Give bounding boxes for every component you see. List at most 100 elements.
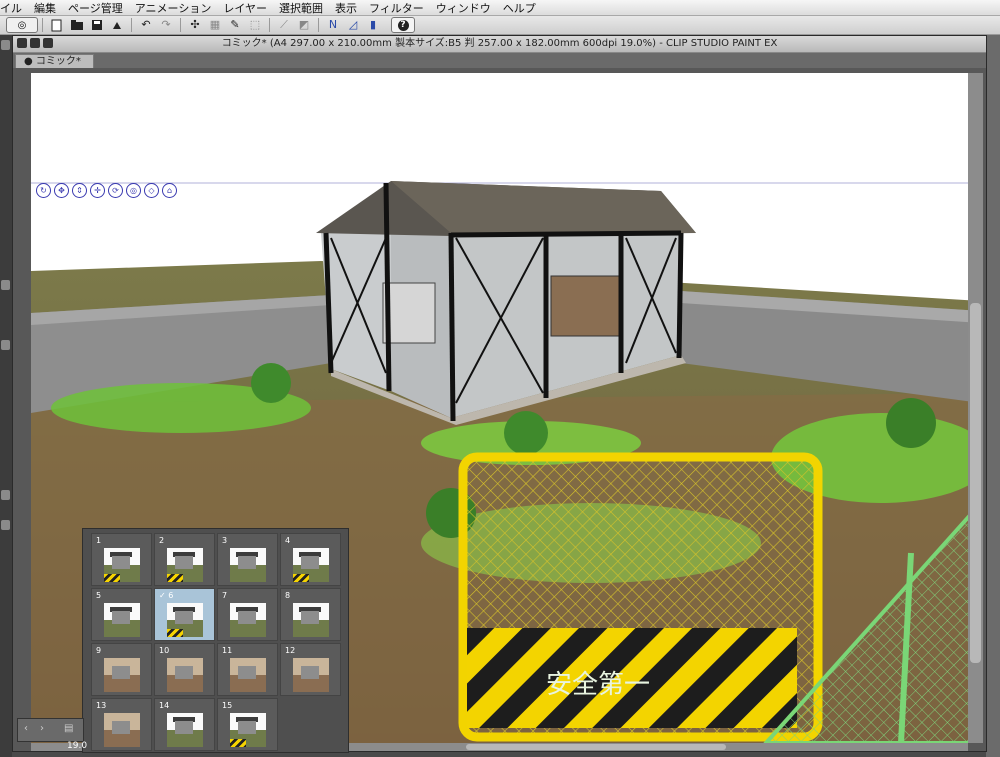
toolbar-separator <box>131 18 132 32</box>
page-thumbnail[interactable]: 14 <box>154 698 215 751</box>
page-preview <box>293 603 329 637</box>
right-dock-area <box>986 35 1000 757</box>
page-number: 2 <box>159 536 165 545</box>
empty-slot <box>280 698 341 751</box>
palette-handle[interactable] <box>1 490 10 500</box>
page-number: 12 <box>285 646 296 655</box>
ruler-icon[interactable]: ⟋ <box>276 18 292 32</box>
menu-edit[interactable]: 編集 <box>34 0 56 16</box>
page-thumbnail[interactable]: 2 <box>154 533 215 586</box>
page-thumbnail[interactable]: 4 <box>280 533 341 586</box>
maximize-window-button[interactable] <box>43 38 53 48</box>
scrollbar-thumb[interactable] <box>466 744 726 750</box>
page-thumbnail[interactable]: 11 <box>217 643 278 696</box>
toolbar-separator <box>269 18 270 32</box>
page-number: 15 <box>222 701 233 710</box>
close-window-button[interactable] <box>17 38 27 48</box>
next-page-icon[interactable]: › <box>40 723 44 734</box>
minimize-window-button[interactable] <box>30 38 40 48</box>
page-number: 1 <box>96 536 102 545</box>
camera-pan-icon[interactable]: ✥ <box>54 183 69 198</box>
floor-rotate-icon[interactable]: ⌂ <box>162 183 177 198</box>
left-palette-strip <box>0 35 12 757</box>
camera-rotate-icon[interactable]: ↻ <box>36 183 51 198</box>
object-rotate-icon[interactable]: ⟳ <box>108 183 123 198</box>
page-thumbnail[interactable]: 9 <box>91 643 152 696</box>
page-thumbnail[interactable]: 15 <box>217 698 278 751</box>
page-preview <box>230 548 266 582</box>
redo-icon[interactable]: ↷ <box>158 18 174 32</box>
palette-handle[interactable] <box>1 280 10 290</box>
toolbar-separator <box>42 18 43 32</box>
floor-move-icon[interactable]: ◇ <box>144 183 159 198</box>
export-icon[interactable] <box>109 18 125 32</box>
page-thumbnail[interactable]: 5 <box>91 588 152 641</box>
scrollbar-thumb[interactable] <box>970 303 981 663</box>
page-thumbnail[interactable]: 8 <box>280 588 341 641</box>
page-thumbnail[interactable]: 12 <box>280 643 341 696</box>
page-preview <box>104 713 140 747</box>
menu-selection[interactable]: 選択範囲 <box>279 0 323 16</box>
snap-grid-icon[interactable]: ▮ <box>365 18 381 32</box>
undo-icon[interactable]: ↶ <box>138 18 154 32</box>
window-title-bar: コミック* (A4 297.00 x 210.00mm 製本サイズ:B5 判 2… <box>13 36 986 53</box>
menu-filter[interactable]: フィルター <box>369 0 424 16</box>
clip-studio-logo-button[interactable]: ◎ <box>6 17 38 33</box>
page-thumbnail[interactable]: 1 <box>91 533 152 586</box>
page-preview <box>230 603 266 637</box>
safety-sign-text: 安全第一 <box>546 670 650 700</box>
tab-comic[interactable]: ● コミック* <box>15 54 94 68</box>
snap-ruler-icon[interactable]: N <box>325 18 341 32</box>
snap-special-ruler-icon[interactable]: ◿ <box>345 18 361 32</box>
page-number: 7 <box>222 591 228 600</box>
perspective-icon[interactable]: ◩ <box>296 18 312 32</box>
grid-icon[interactable]: ▦ <box>207 18 223 32</box>
page-number: 8 <box>285 591 291 600</box>
page-preview <box>167 658 203 692</box>
page-thumbnail-selected[interactable]: ✓ 6 <box>154 588 215 641</box>
object-pivot-icon[interactable]: ◎ <box>126 183 141 198</box>
menu-view[interactable]: 表示 <box>335 0 357 16</box>
object-move-icon[interactable]: ✛ <box>90 183 105 198</box>
menu-animation[interactable]: アニメーション <box>135 0 212 16</box>
page-number: 3 <box>222 536 228 545</box>
page-number: 9 <box>96 646 102 655</box>
page-number: 4 <box>285 536 291 545</box>
camera-dolly-icon[interactable]: ⇕ <box>72 183 87 198</box>
previous-page-icon[interactable]: ‹ <box>24 723 28 734</box>
transform-icon[interactable]: ✣ <box>187 18 203 32</box>
page-list-icon[interactable]: ▤ <box>64 723 73 734</box>
page-preview <box>293 548 329 582</box>
save-icon[interactable] <box>89 18 105 32</box>
snap-icon[interactable]: ⬚ <box>247 18 263 32</box>
menu-help[interactable]: ヘルプ <box>503 0 536 16</box>
palette-handle[interactable] <box>1 340 10 350</box>
menu-window[interactable]: ウィンドウ <box>436 0 491 16</box>
page-thumbnail[interactable]: 3 <box>217 533 278 586</box>
menu-page[interactable]: ページ管理 <box>68 0 123 16</box>
help-button[interactable]: ? <box>391 17 415 33</box>
page-number: 11 <box>222 646 233 655</box>
menu-file[interactable]: イル <box>0 0 22 16</box>
page-manager-panel: 1 2 3 4 5 ✓ 6 7 8 9 10 11 12 13 14 15 <box>82 528 349 753</box>
new-file-icon[interactable] <box>49 18 65 32</box>
page-thumbnail[interactable]: 13 <box>91 698 152 751</box>
toolbar-separator <box>318 18 319 32</box>
open-file-icon[interactable] <box>69 18 85 32</box>
page-thumbnail[interactable]: 7 <box>217 588 278 641</box>
palette-handle[interactable] <box>1 520 10 530</box>
palette-handle[interactable] <box>1 40 10 50</box>
page-number: ✓ 6 <box>159 591 174 600</box>
tab-row: ● コミック* <box>13 53 986 68</box>
page-number: 14 <box>159 701 170 710</box>
zoom-level: 19.0 <box>67 741 88 751</box>
command-bar: ◎ ↶ ↷ ✣ ▦ ✎ ⬚ ⟋ ◩ N ◿ ▮ ? <box>0 16 1000 35</box>
page-thumbnail[interactable]: 10 <box>154 643 215 696</box>
eyedropper-icon[interactable]: ✎ <box>227 18 243 32</box>
window-title: コミック* (A4 297.00 x 210.00mm 製本サイズ:B5 判 2… <box>221 38 778 49</box>
toolbar-separator <box>180 18 181 32</box>
page-preview <box>293 658 329 692</box>
page-number: 13 <box>96 701 107 710</box>
menu-layer[interactable]: レイヤー <box>223 0 267 16</box>
vertical-scrollbar[interactable] <box>968 73 983 743</box>
